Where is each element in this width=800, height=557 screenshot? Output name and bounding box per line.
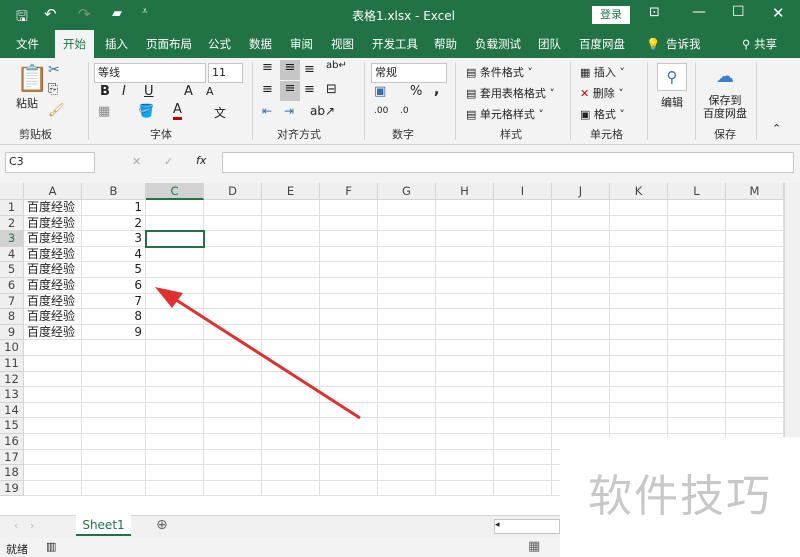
arrow-shaft <box>169 294 361 420</box>
horizontal-scrollbar[interactable]: ◂ <box>494 519 560 534</box>
prev-sheet-icon[interactable]: ‹ <box>14 519 18 532</box>
arrow-head <box>155 287 183 308</box>
watermark: 软件技巧 <box>560 437 800 557</box>
macro-record-icon[interactable]: ▥ <box>46 540 56 553</box>
next-sheet-icon[interactable]: › <box>30 519 34 532</box>
add-sheet-icon[interactable]: ⊕ <box>156 517 168 533</box>
normal-view-icon[interactable]: ▦ <box>528 539 540 554</box>
sheet-tab-sheet1[interactable]: Sheet1 <box>76 515 131 536</box>
status-ready: 就绪 <box>6 543 28 556</box>
